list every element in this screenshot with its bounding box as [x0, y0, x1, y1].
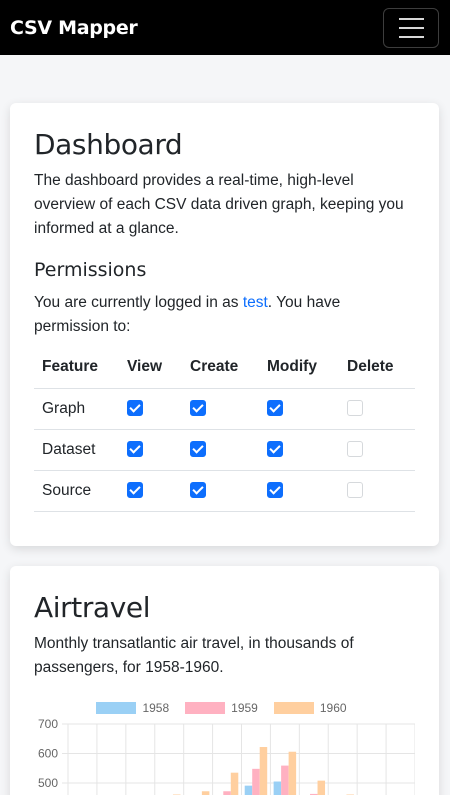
table-row: Graph: [34, 388, 415, 430]
permission-checkbox-delete[interactable]: [347, 400, 363, 417]
column-header-feature: Feature: [34, 347, 119, 389]
bar-1960[interactable]: [230, 772, 239, 795]
bar-1960[interactable]: [288, 751, 297, 795]
permission-checkbox-delete[interactable]: [347, 482, 363, 499]
legend-item[interactable]: 1960: [273, 701, 347, 715]
permission-cell-delete: [339, 388, 415, 430]
column-header-delete: Delete: [339, 347, 415, 389]
permissions-text-before: You are currently logged in as: [34, 294, 243, 311]
dashboard-description: The dashboard provides a real-time, high…: [34, 172, 404, 237]
bar-1959[interactable]: [252, 768, 260, 795]
airtravel-title: Airtravel: [34, 591, 151, 624]
legend-swatch: [185, 702, 226, 714]
bar-1960[interactable]: [259, 747, 268, 795]
table-row: Dataset: [34, 429, 415, 471]
permission-cell-view: [119, 388, 182, 430]
permission-cell-modify: [259, 429, 339, 471]
permission-cell-delete: [339, 429, 415, 471]
permission-checkbox-modify[interactable]: [267, 400, 283, 417]
hamburger-icon-bar: [398, 26, 424, 29]
legend-label: 1958: [142, 701, 170, 715]
bar-1960[interactable]: [201, 791, 210, 795]
permission-cell-modify: [259, 470, 339, 512]
chart-legend: 1958 1959 1960: [34, 698, 415, 718]
legend-item[interactable]: 1958: [96, 701, 169, 715]
bar-1960[interactable]: [317, 780, 326, 795]
column-header-create: Create: [182, 347, 259, 389]
permission-cell-modify: [259, 388, 339, 430]
hamburger-icon-bar: [398, 35, 424, 38]
y-tick-label: 700: [38, 718, 58, 731]
bar-1958[interactable]: [244, 785, 253, 795]
permission-checkbox-create[interactable]: [190, 482, 206, 499]
bar-1959[interactable]: [223, 791, 231, 795]
user-link[interactable]: test: [243, 294, 268, 311]
chart-plot: 700 600 500: [38, 717, 416, 795]
permissions-text: You are currently logged in as test. You…: [34, 291, 415, 339]
feature-cell: Dataset: [34, 429, 119, 471]
legend-item[interactable]: 1959: [185, 701, 258, 715]
menu-toggle-button[interactable]: [383, 7, 439, 48]
permission-cell-delete: [339, 470, 415, 512]
table-row: Source: [34, 470, 415, 512]
permission-checkbox-create[interactable]: [190, 400, 206, 417]
airtravel-chart: 1958 1959 1960 700 600 500: [34, 698, 416, 795]
feature-cell: Source: [34, 470, 119, 512]
permission-cell-create: [182, 429, 259, 471]
hamburger-icon-bar: [398, 17, 424, 20]
permission-cell-view: [119, 470, 182, 512]
legend-label: 1960: [319, 701, 347, 715]
table-header-row: Feature View Create Modify Delete: [34, 347, 415, 389]
permission-cell-create: [182, 470, 259, 512]
column-header-modify: Modify: [259, 347, 339, 389]
feature-cell: Graph: [34, 388, 119, 430]
legend-label: 1959: [231, 701, 258, 715]
navbar: CSV Mapper: [0, 0, 450, 55]
permission-cell-view: [119, 429, 182, 471]
brand-logo[interactable]: CSV Mapper: [10, 17, 138, 39]
permission-checkbox-delete[interactable]: [347, 441, 363, 458]
legend-swatch: [273, 702, 314, 714]
permission-cell-create: [182, 388, 259, 430]
column-header-view: View: [119, 347, 182, 389]
permissions-heading: Permissions: [34, 259, 147, 281]
permission-checkbox-modify[interactable]: [267, 482, 283, 499]
permissions-table: Feature View Create Modify Delete Graph D…: [34, 347, 415, 512]
permission-checkbox-view[interactable]: [127, 482, 143, 499]
airtravel-description: Monthly transatlantic air travel, in tho…: [34, 635, 354, 676]
y-tick-label: 600: [38, 747, 58, 761]
permission-checkbox-create[interactable]: [190, 441, 206, 458]
dashboard-card: Dashboard The dashboard provides a real-…: [10, 103, 439, 546]
permission-checkbox-modify[interactable]: [267, 441, 283, 458]
permission-checkbox-view[interactable]: [127, 441, 143, 458]
dashboard-title: Dashboard: [34, 128, 183, 161]
bar-1958[interactable]: [273, 781, 282, 795]
bar-1959[interactable]: [281, 765, 289, 795]
legend-swatch: [96, 702, 137, 714]
permission-checkbox-view[interactable]: [127, 400, 143, 417]
airtravel-card: Airtravel Monthly transatlantic air trav…: [10, 566, 439, 795]
y-tick-label: 500: [38, 776, 58, 790]
